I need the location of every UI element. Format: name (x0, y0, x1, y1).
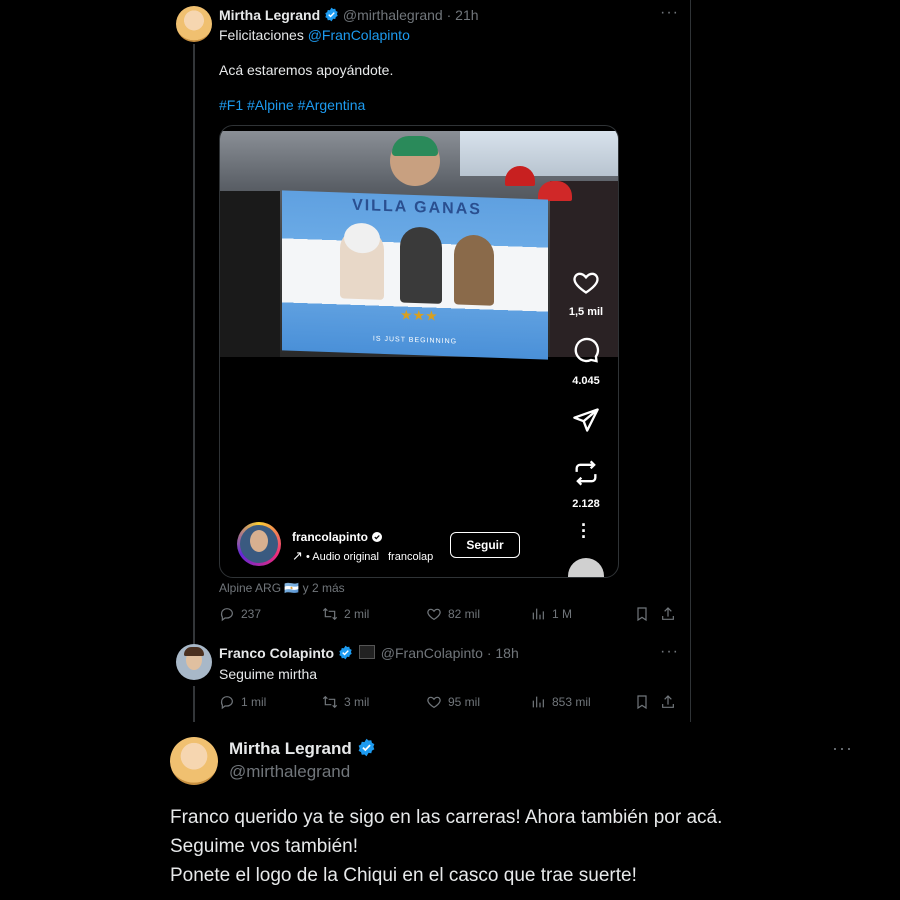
thread-line (193, 44, 195, 644)
reel-audio-user[interactable]: francolap (388, 551, 433, 563)
avatar[interactable] (170, 737, 218, 785)
reel-comments-count: 4.045 (572, 375, 600, 387)
bookmark-icon[interactable] (634, 606, 650, 622)
flag-bottom-text: IS JUST BEGINNING (372, 335, 458, 346)
reel-likes-count: 1,5 mil (568, 306, 604, 318)
reply-action[interactable]: 1 mil (219, 694, 266, 710)
tweet-text-line: Seguime vos también! (170, 836, 358, 857)
verified-badge-icon (338, 645, 357, 661)
reply-icon (220, 696, 233, 710)
mention-link[interactable]: @FranColapinto (308, 27, 410, 43)
reply-action[interactable]: 237 (219, 606, 261, 622)
retweet-action[interactable]: 3 mil (322, 694, 369, 710)
text-prefix: Felicitaciones (219, 27, 308, 43)
flag-banner: VILLA GANAS ★★★ IS JUST BEGINNING (282, 190, 548, 360)
tagged-users[interactable]: Alpine ARG 🇦🇷 y 2 más (219, 581, 345, 595)
like-action[interactable]: 95 mil (426, 694, 480, 710)
thread-line (193, 686, 195, 722)
more-icon[interactable]: ··· (832, 738, 853, 759)
column-border (690, 0, 691, 722)
hashtags-link[interactable]: #F1 #Alpine #Argentina (219, 97, 365, 113)
more-icon[interactable]: ··· (660, 4, 679, 22)
tweet-header: Mirtha Legrand (229, 738, 376, 759)
retweet-count: 2 mil (344, 607, 370, 621)
reel-audio-disc[interactable] (568, 558, 604, 577)
media-card[interactable]: VILLA GANAS ★★★ IS JUST BEGINNING 1,5 mi… (219, 125, 619, 578)
send-icon[interactable] (572, 406, 600, 439)
like-count: 82 mil (448, 607, 481, 621)
reply-count: 1 mil (241, 695, 267, 709)
views-count: 1 M (552, 607, 573, 621)
like-icon (427, 608, 441, 621)
author-name[interactable]: Franco Colapinto (219, 645, 334, 661)
tweet-text: Seguime mirtha (219, 666, 318, 682)
views-icon (532, 608, 544, 620)
tweet-text-line: Acá estaremos apoyándote. (219, 62, 394, 78)
heart-icon[interactable] (572, 268, 600, 301)
bookmark-icon[interactable] (634, 694, 650, 710)
verified-badge-icon (324, 7, 343, 23)
views-count: 853 mil (552, 695, 591, 709)
verified-badge-icon (357, 738, 376, 758)
like-action[interactable]: 82 mil (426, 606, 480, 622)
views-icon (532, 696, 544, 708)
reel-avatar[interactable] (237, 522, 281, 566)
like-icon (427, 696, 441, 709)
reel-audio[interactable]: Audio original (312, 551, 379, 563)
like-count: 95 mil (448, 695, 481, 709)
author-handle[interactable]: @mirthalegrand (229, 762, 350, 782)
verified-badge-icon (371, 530, 383, 544)
tweet-text-line: Franco querido ya te sigo en las carrera… (170, 807, 723, 828)
share-icon[interactable] (660, 606, 676, 622)
flag-text: VILLA GANAS (352, 196, 482, 219)
more-icon[interactable]: ··· (660, 643, 679, 661)
affiliate-badge-icon (358, 645, 375, 659)
reel-photo[interactable]: VILLA GANAS ★★★ IS JUST BEGINNING (220, 131, 618, 360)
views-action[interactable]: 853 mil (530, 694, 591, 710)
author-name[interactable]: Mirtha Legrand (219, 7, 320, 23)
avatar[interactable] (176, 6, 212, 42)
author-handle-time[interactable]: @FranColapinto · 18h (381, 645, 519, 661)
reel-more-icon[interactable]: · · · (581, 516, 587, 546)
comment-icon[interactable] (572, 336, 600, 369)
retweet-count: 3 mil (344, 695, 370, 709)
retweet-icon (322, 607, 338, 621)
avatar[interactable] (176, 644, 212, 680)
reply-icon (220, 608, 233, 622)
reel-username[interactable]: francolapinto (292, 530, 368, 544)
tweet-text: Felicitaciones @FranColapinto (219, 27, 410, 44)
tweet-header: Franco Colapinto @FranColapinto · 18h (219, 645, 519, 661)
repost-icon[interactable] (572, 459, 600, 492)
author-name[interactable]: Mirtha Legrand (229, 739, 352, 758)
follow-button[interactable]: Seguir (450, 532, 520, 558)
author-handle-time[interactable]: @mirthalegrand · 21h (343, 7, 479, 23)
tweet-text: Franco querido ya te sigo en las carrera… (170, 803, 722, 890)
tweet-text-line: Ponete el logo de la Chiqui en el casco … (170, 865, 637, 886)
reply-count: 237 (241, 607, 262, 621)
views-action[interactable]: 1 M (530, 606, 572, 622)
reel-reposts-count: 2.128 (572, 498, 600, 510)
arrow-icon: ↗ (292, 548, 303, 563)
share-icon[interactable] (660, 694, 676, 710)
retweet-action[interactable]: 2 mil (322, 606, 369, 622)
tweet-header: Mirtha Legrand @mirthalegrand · 21h (219, 7, 479, 23)
retweet-icon (322, 695, 338, 709)
